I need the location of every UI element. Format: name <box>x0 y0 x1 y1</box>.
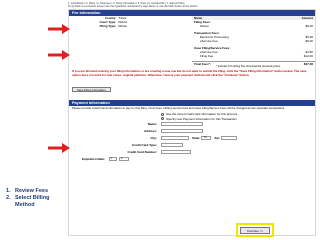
case-details: County: Travis Court Type: District Filing… <box>69 16 192 69</box>
continue-button[interactable]: Continue >> <box>240 227 270 234</box>
exp-month-select[interactable]: 1 <box>109 157 117 162</box>
zip-input[interactable] <box>220 136 237 141</box>
expiration-row: Expiration Date: 1 2 <box>69 156 315 163</box>
arrow-icon <box>48 50 70 60</box>
city-label: City: <box>150 136 157 141</box>
fee-col-amount: Amount <box>301 16 313 20</box>
filing-type-label: Filing Type: <box>99 24 117 28</box>
instruction-item: 1. Review Fees <box>6 188 50 195</box>
card-number-input[interactable] <box>161 150 191 155</box>
zip-label: Zip: <box>214 136 220 141</box>
radio-new-label: Specify new Payment Information for this… <box>166 116 237 121</box>
address-label: Address: <box>143 129 157 134</box>
fee-table: Name Amount Filing Fees: Motion $0.00 Tran… <box>192 16 315 69</box>
state-label: State: <box>192 136 201 141</box>
state-select[interactable]: TX <box>201 136 212 141</box>
motion-fee-amount: $0.00 <box>305 24 313 28</box>
radio-stored-indicator[interactable] <box>161 112 164 116</box>
instruction-list: 1. Review Fees 2. Select Billing Method <box>6 188 50 209</box>
name-label: Name: <box>147 122 157 127</box>
arrow-icon <box>48 24 70 34</box>
save-warning-text: If you are finished entering your filing… <box>72 69 307 77</box>
radio-stored-label: Use the stored credit card information f… <box>166 112 238 117</box>
instruction-item: 2. Select Billing <box>6 195 50 202</box>
filing-fee-amount: $12.00 <box>303 54 313 58</box>
instruction-number <box>6 202 15 209</box>
name-input[interactable] <box>161 122 203 127</box>
exp-year-select[interactable]: 2 <box>119 157 129 162</box>
filing-fee-label: Filing Fee <box>200 54 214 58</box>
instruction-number: 2. <box>6 195 11 201</box>
instruction-item: Method <box>6 202 50 209</box>
instruction-number: 1. <box>6 188 11 194</box>
navigation-note: To go back to a previous screen use the … <box>68 5 198 8</box>
card-type-label: Credit Card Type: <box>132 143 157 148</box>
name-row: Name: <box>69 121 315 128</box>
card-number-label: Credit Card Number: <box>127 150 157 155</box>
instruction-label: Select Billing <box>15 195 50 201</box>
arrow-icon <box>48 143 70 153</box>
radio-new-indicator[interactable] <box>161 117 164 121</box>
instruction-label: Review Fees <box>15 188 49 194</box>
city-row: City: State: TX Zip: <box>69 135 315 142</box>
motion-fee-label: Motion <box>200 24 210 28</box>
efile-fee-label: eService Fee <box>200 39 218 43</box>
efile-form: Fee Information County: Travis Court Type… <box>68 9 316 236</box>
total-fees-amount: $37.48 <box>303 62 313 66</box>
expiration-label: Expiration Date: <box>81 157 105 162</box>
save-filing-button[interactable]: Save Filing Information <box>72 87 111 93</box>
address-row: Address: <box>69 128 315 135</box>
instruction-label: Method <box>15 202 35 208</box>
city-input[interactable] <box>161 136 189 141</box>
filing-type-value: Motion <box>118 24 128 28</box>
card-type-row: Credit Card Type: <box>69 142 315 149</box>
card-type-select[interactable] <box>161 143 183 148</box>
efile-fee-amount: $0.00 <box>305 39 313 43</box>
card-number-row: Credit Card Number: <box>69 149 315 156</box>
address-input[interactable] <box>161 129 203 134</box>
